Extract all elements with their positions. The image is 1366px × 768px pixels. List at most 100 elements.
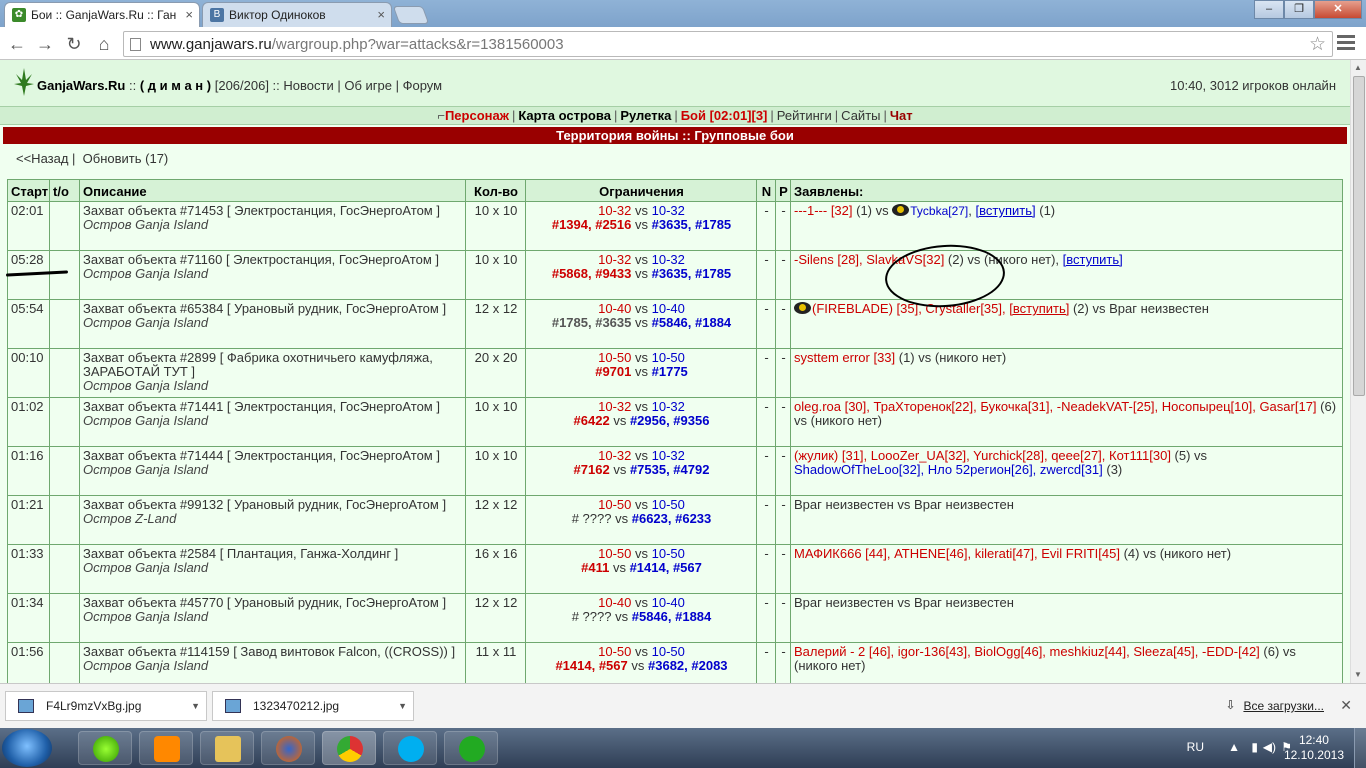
taskbar-media-player[interactable]: [139, 731, 193, 765]
battle-description[interactable]: Захват объекта #71160 [ Электростанция, …: [79, 250, 466, 300]
start-button[interactable]: [2, 729, 52, 767]
syndicate-link[interactable]: #7162: [574, 462, 610, 477]
nav-battle[interactable]: Бой [02:01][3]: [681, 108, 768, 123]
tab-vk[interactable]: В Виктор Одиноков ×: [202, 2, 392, 27]
battle-description[interactable]: Захват объекта #45770 [ Урановый рудник,…: [79, 593, 466, 643]
location: Остров Ganja Island: [83, 315, 209, 330]
show-desktop-button[interactable]: [1354, 728, 1366, 768]
syndicate-link[interactable]: #411: [581, 560, 609, 575]
tab-ganjawars[interactable]: ✿ Бои :: GanjaWars.Ru :: Ган ×: [4, 2, 200, 27]
registered-cell: ---1--- [32] (1) vs Tycbka[27], [вступит…: [790, 201, 1343, 251]
nav-roulette[interactable]: Рулетка: [620, 108, 671, 123]
address-bar[interactable]: www.ganjawars.ru/wargroup.php?war=attack…: [123, 31, 1333, 57]
scroll-thumb[interactable]: [1353, 76, 1365, 396]
battle-description[interactable]: Захват объекта #71441 [ Электростанция, …: [79, 397, 466, 447]
battle-description[interactable]: Захват объекта #65384 [ Урановый рудник,…: [79, 299, 466, 349]
col-timeout: t/o: [49, 179, 80, 202]
chevron-down-icon[interactable]: ▼: [191, 692, 200, 720]
battle-description[interactable]: Захват объекта #71444 [ Электростанция, …: [79, 446, 466, 496]
syndicate-link[interactable]: #3635, #1785: [652, 217, 732, 232]
language-indicator[interactable]: RU: [1187, 740, 1204, 754]
table-row: 01:21 Захват объекта #99132 [ Урановый ру…: [7, 495, 1343, 545]
reload-icon[interactable]: ↻: [63, 33, 85, 55]
syndicate-link[interactable]: #9701: [595, 364, 631, 379]
taskbar-icq[interactable]: [78, 731, 132, 765]
syndicate-link[interactable]: #6623, #6233: [632, 511, 712, 526]
new-tab-button[interactable]: [392, 6, 430, 24]
nav-chat[interactable]: Чат: [890, 108, 913, 123]
window-close-button[interactable]: ✕: [1314, 0, 1362, 19]
syndicate-link[interactable]: #1414, #567: [630, 560, 702, 575]
nav-character[interactable]: Персонаж: [445, 108, 509, 123]
syndicate-link[interactable]: #3635, #1785: [652, 266, 732, 281]
clock[interactable]: 12:40 12.10.2013: [1284, 733, 1344, 763]
page-scrollbar[interactable]: ▲ ▼: [1350, 60, 1366, 683]
network-icon[interactable]: ▮: [1251, 740, 1258, 754]
syndicate-link[interactable]: # ????: [572, 511, 612, 526]
join-link[interactable]: [вступить]: [1063, 252, 1123, 267]
maximize-button[interactable]: ❐: [1284, 0, 1314, 19]
battle-description[interactable]: Захват объекта #99132 [ Урановый рудник,…: [79, 495, 466, 545]
syndicate-link[interactable]: #3682, #2083: [648, 658, 728, 673]
syndicate-link[interactable]: #1775: [652, 364, 688, 379]
menu-icon[interactable]: [1337, 35, 1355, 51]
syndicate-link[interactable]: # ????: [572, 609, 612, 624]
minimize-button[interactable]: –: [1254, 0, 1284, 19]
home-icon[interactable]: ⌂: [93, 33, 115, 55]
link-about[interactable]: Об игре: [344, 78, 392, 93]
syndicate-link[interactable]: #1785, #3635: [552, 315, 632, 330]
syndicate-link[interactable]: #1394, #2516: [552, 217, 632, 232]
download-item[interactable]: 1323470212.jpg ▼: [212, 691, 414, 721]
taskbar-skype[interactable]: [383, 731, 437, 765]
close-icon[interactable]: ×: [377, 3, 385, 27]
battle-description[interactable]: Захват объекта #71453 [ Электростанция, …: [79, 201, 466, 251]
syndicate-link[interactable]: #2956, #9356: [630, 413, 710, 428]
scroll-up-icon[interactable]: ▲: [1354, 63, 1362, 72]
join-link[interactable]: [вступить]: [976, 203, 1036, 218]
back-link[interactable]: <<Назад: [16, 151, 68, 166]
icq-flower-icon: [93, 736, 119, 762]
url-text: www.ganjawars.ru/wargroup.php?war=attack…: [150, 36, 564, 53]
site-name[interactable]: GanjaWars.Ru: [37, 78, 125, 93]
description-text: Захват объекта #45770 [ Урановый рудник,…: [83, 595, 447, 610]
all-downloads-link[interactable]: ⇩ Все загрузки...: [1225, 698, 1324, 713]
link-news[interactable]: Новости: [283, 78, 333, 93]
battle-description[interactable]: Захват объекта #2584 [ Плантация, Ганжа-…: [79, 544, 466, 594]
syndicate-link[interactable]: #5846, #1884: [652, 315, 732, 330]
online-count: 10:40, 3012 игроков онлайн: [1170, 78, 1336, 93]
close-icon[interactable]: ✕: [1340, 697, 1352, 714]
nav-ratings[interactable]: Рейтинги: [777, 108, 832, 123]
registered-cell: Враг неизвестен vs Враг неизвестен: [790, 495, 1343, 545]
limits-cell: 10-32 vs 10-32 #5868, #9433 vs #3635, #17…: [525, 250, 757, 300]
player-name[interactable]: Tycbka[27]: [910, 204, 968, 218]
team-size: 10 x 10: [465, 446, 526, 496]
tray-arrow-icon[interactable]: ▲: [1228, 740, 1240, 754]
syndicate-link[interactable]: #5846, #1884: [632, 609, 712, 624]
join-link[interactable]: [вступить]: [1009, 301, 1069, 316]
taskbar-firefox[interactable]: [261, 731, 315, 765]
chevron-down-icon[interactable]: ▼: [398, 692, 407, 720]
taskbar-mail-agent[interactable]: [444, 731, 498, 765]
forward-arrow-icon[interactable]: →: [34, 33, 56, 55]
download-item[interactable]: F4Lr9mzVxBg.jpg ▼: [5, 691, 207, 721]
close-icon[interactable]: ×: [185, 3, 193, 27]
user-name[interactable]: ( д и м а н ): [140, 78, 211, 93]
syndicate-link[interactable]: #6422: [574, 413, 610, 428]
refresh-link[interactable]: Обновить (17): [83, 151, 169, 166]
syndicate-link[interactable]: #5868, #9433: [552, 266, 632, 281]
scroll-down-icon[interactable]: ▼: [1354, 670, 1362, 679]
syndicate-link[interactable]: #7535, #4792: [630, 462, 710, 477]
taskbar-explorer[interactable]: [200, 731, 254, 765]
nav-sites[interactable]: Сайты: [841, 108, 880, 123]
nav-map[interactable]: Карта острова: [518, 108, 611, 123]
syndicate-link[interactable]: #1414, #567: [555, 658, 627, 673]
back-arrow-icon[interactable]: ←: [6, 33, 28, 55]
battle-description[interactable]: Захват объекта #2899 [ Фабрика охотничье…: [79, 348, 466, 398]
taskbar-chrome[interactable]: [322, 731, 376, 765]
link-forum[interactable]: Форум: [403, 78, 443, 93]
bookmark-star-icon[interactable]: ☆: [1309, 33, 1326, 56]
volume-icon[interactable]: ◀): [1263, 740, 1276, 754]
description-text: Захват объекта #2584 [ Плантация, Ганжа-…: [83, 546, 399, 561]
browser-toolbar: ← → ↻ ⌂ www.ganjawars.ru/wargroup.php?wa…: [0, 27, 1366, 60]
battle-description[interactable]: Захват объекта #114159 [ Завод винтовок …: [79, 642, 466, 683]
